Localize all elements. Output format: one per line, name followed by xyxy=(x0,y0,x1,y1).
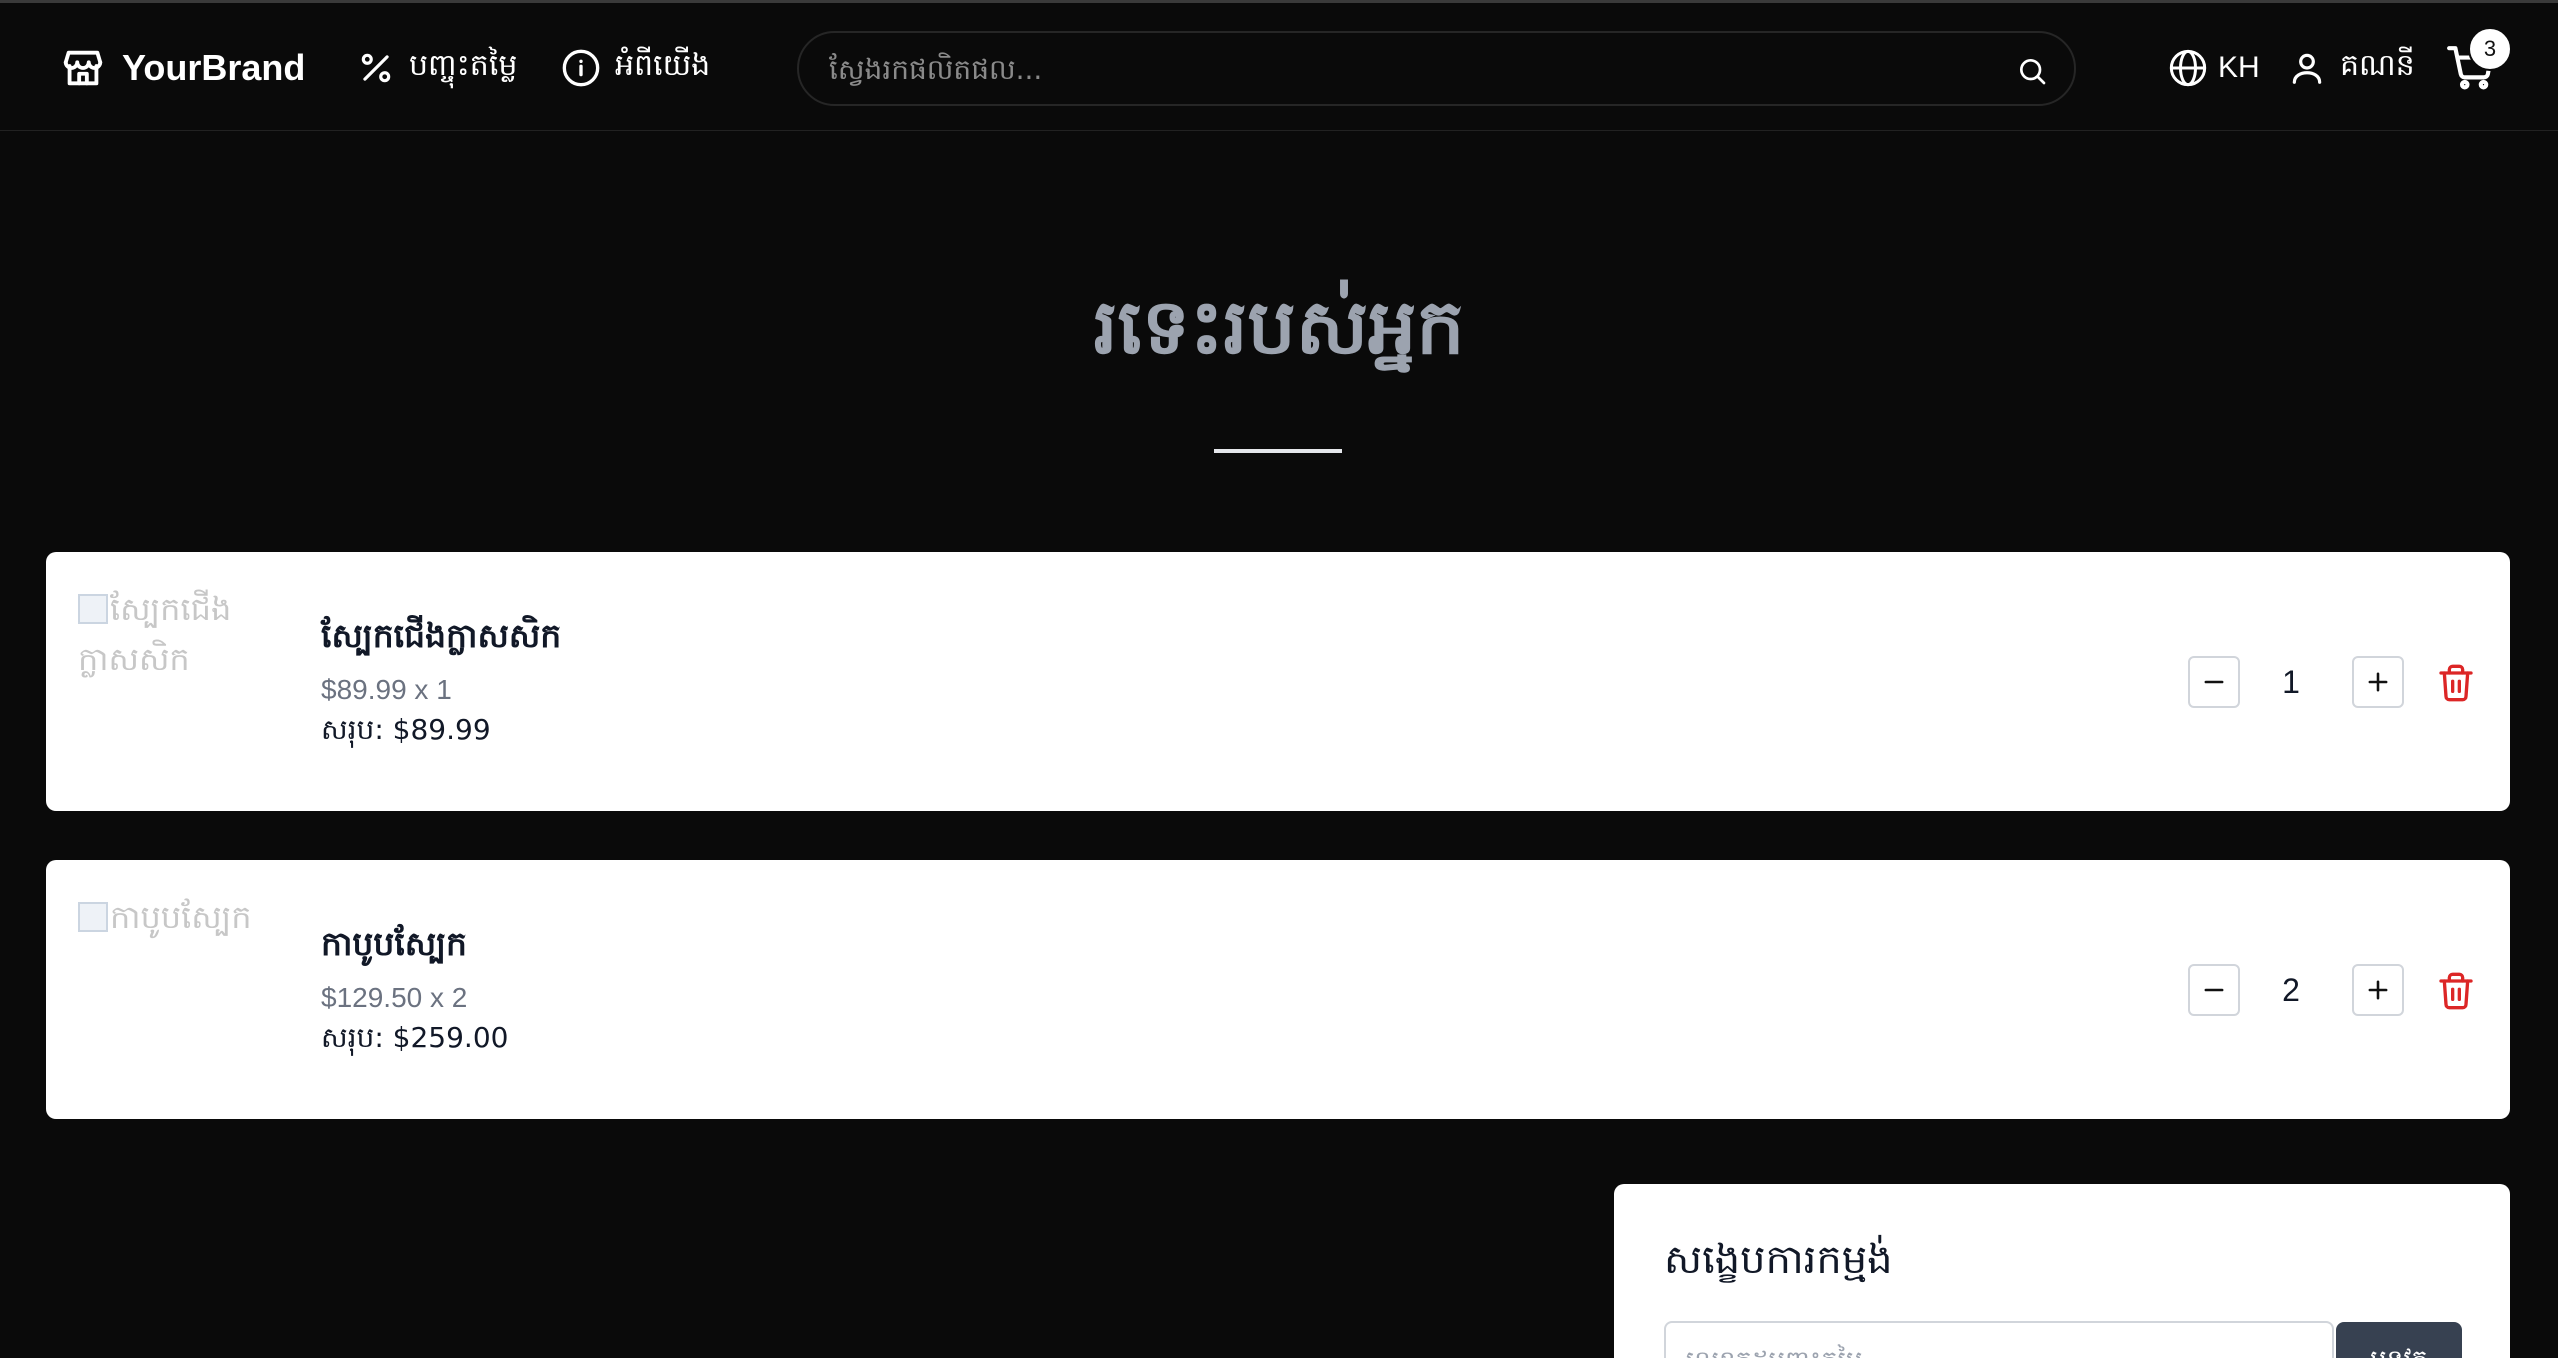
cart-item: កាបូបស្បែក កាបូបស្បែក $129.50 x 2 សរុប: … xyxy=(46,860,2510,1119)
minus-icon xyxy=(2204,988,2224,992)
cart-count-badge: 3 xyxy=(2468,27,2512,71)
search-icon[interactable] xyxy=(2016,55,2048,87)
product-name: ស្បែកជើងក្លាសសិក xyxy=(321,616,562,655)
subtotal-label: សរុប: xyxy=(321,713,393,746)
search-input[interactable] xyxy=(829,43,1979,95)
order-summary-title: សង្ខេបការកម្មង់ xyxy=(1664,1237,1893,1283)
cart-item: ស្បែកជើងក្លាសសិក ស្បែកជើងក្លាសសិក $89.99… xyxy=(46,552,2510,811)
nav-about-link[interactable]: អំពីយើង xyxy=(561,43,710,93)
subtotal-label: សរុប: xyxy=(321,1021,393,1054)
account-link[interactable]: គណនី xyxy=(2288,45,2415,91)
brand-logo-link[interactable]: YourBrand xyxy=(60,43,305,93)
nav-discount-link[interactable]: បញ្ចុះតម្លៃ xyxy=(357,43,517,93)
account-label: គណនី xyxy=(2340,48,2415,83)
product-subtotal: សរុប: $89.99 xyxy=(321,712,491,753)
decrease-quantity-button[interactable] xyxy=(2188,656,2240,708)
broken-image-icon xyxy=(78,902,108,932)
product-image-alt: កាបូបស្បែក xyxy=(110,898,252,936)
brand-name: YourBrand xyxy=(122,47,306,88)
user-icon xyxy=(2292,53,2322,84)
title-divider xyxy=(1214,449,1342,453)
product-image: ស្បែកជើងក្លាសសិក xyxy=(78,584,258,684)
increase-quantity-button[interactable] xyxy=(2352,964,2404,1016)
product-image: កាបូបស្បែក xyxy=(78,892,258,992)
order-summary-card: សង្ខេបការកម្មង់ អនុវត្ត xyxy=(1614,1184,2510,1358)
top-navbar: YourBrand បញ្ចុះតម្លៃ អំពីយើង KH xyxy=(0,0,2558,131)
minus-icon xyxy=(2204,680,2224,684)
broken-image-icon xyxy=(78,594,108,624)
increase-quantity-button[interactable] xyxy=(2352,656,2404,708)
store-icon xyxy=(63,50,103,86)
plus-icon xyxy=(2368,672,2388,692)
product-subtotal: សរុប: $259.00 xyxy=(321,1020,508,1061)
plus-icon xyxy=(2368,980,2388,1000)
apply-coupon-button[interactable]: អនុវត្ត xyxy=(2336,1322,2462,1358)
subtotal-value: $259.00 xyxy=(392,1021,509,1054)
quantity-value: 2 xyxy=(2282,972,2300,1008)
page-title: រទេះរបស់អ្នក xyxy=(1093,282,1465,371)
language-code: KH xyxy=(2218,51,2260,84)
language-switcher[interactable]: KH xyxy=(2168,45,2260,91)
product-price-line: $89.99 x 1 xyxy=(321,674,452,705)
nav-discount-label: បញ្ចុះតម្លៃ xyxy=(409,48,518,83)
nav-about-label: អំពីយើង xyxy=(615,48,711,83)
search-bar xyxy=(797,31,2076,106)
delete-item-icon[interactable] xyxy=(2436,970,2476,1012)
subtotal-value: $89.99 xyxy=(392,713,491,746)
product-name: កាបូបស្បែក xyxy=(321,924,467,963)
percent-icon xyxy=(361,53,391,83)
globe-icon xyxy=(2169,49,2207,87)
delete-item-icon[interactable] xyxy=(2436,662,2476,704)
info-icon xyxy=(562,49,600,87)
quantity-value: 1 xyxy=(2282,664,2300,700)
decrease-quantity-button[interactable] xyxy=(2188,964,2240,1016)
product-price-line: $129.50 x 2 xyxy=(321,982,468,1013)
coupon-code-input[interactable] xyxy=(1664,1321,2334,1358)
